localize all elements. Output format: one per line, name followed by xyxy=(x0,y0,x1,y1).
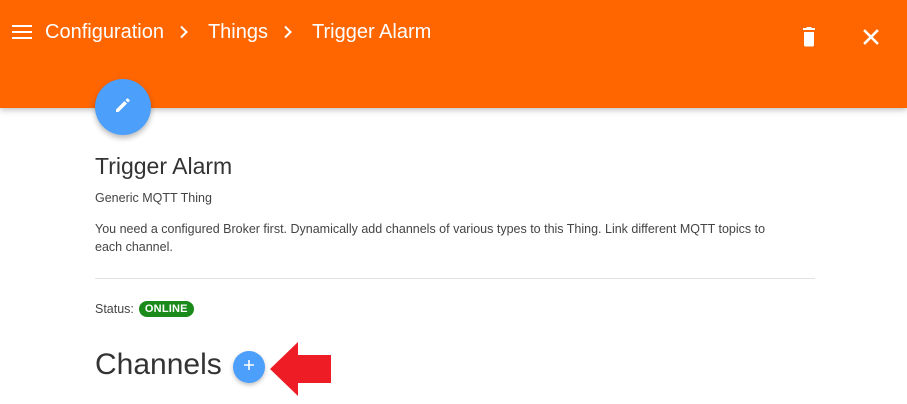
channels-heading: Channels xyxy=(95,348,222,381)
edit-button[interactable] xyxy=(95,79,151,135)
thing-description: You need a configured Broker first. Dyna… xyxy=(95,222,766,254)
pencil-icon xyxy=(113,95,133,120)
breadcrumb-configuration[interactable]: Configuration xyxy=(45,21,164,44)
breadcrumb-things[interactable]: Things xyxy=(208,21,268,44)
breadcrumb: Configuration Things Trigger Alarm xyxy=(45,20,431,44)
status-label: Status: xyxy=(95,302,134,316)
thing-type: Generic MQTT Thing xyxy=(95,191,212,205)
breadcrumb-trigger-alarm: Trigger Alarm xyxy=(312,20,432,43)
page-title: Trigger Alarm xyxy=(95,153,233,179)
arrow-left-icon xyxy=(268,339,332,404)
chevron-right-icon xyxy=(179,25,195,39)
menu-icon[interactable] xyxy=(12,22,34,42)
divider xyxy=(95,278,815,279)
status-badge: ONLINE xyxy=(138,301,194,317)
add-channel-button[interactable] xyxy=(233,351,265,383)
close-icon[interactable] xyxy=(862,28,880,46)
plus-icon xyxy=(243,358,255,376)
status-row: Status: ONLINE xyxy=(95,301,194,317)
trash-icon[interactable] xyxy=(800,27,818,49)
chevron-right-icon xyxy=(283,25,299,39)
